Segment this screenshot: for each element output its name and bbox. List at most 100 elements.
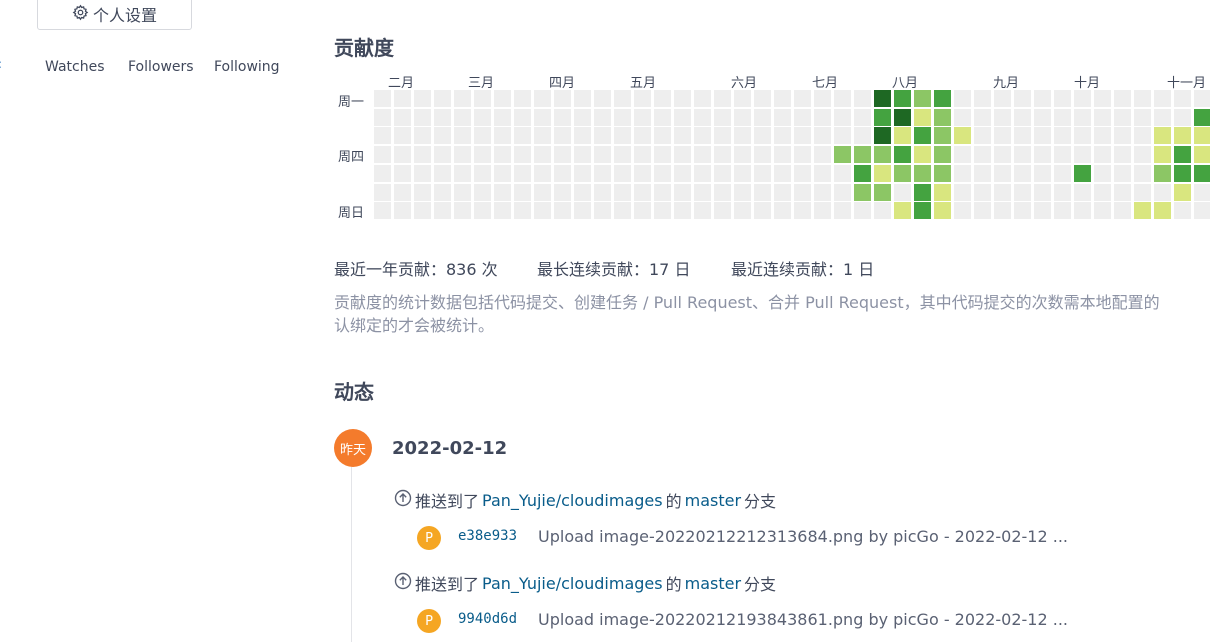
heatmap-cell[interactable] [734,202,751,220]
heatmap-cell[interactable] [1194,108,1210,126]
heatmap-cell[interactable] [974,183,991,201]
heatmap-cell[interactable] [634,146,651,164]
heatmap-cell[interactable] [1014,108,1031,126]
heatmap-cell[interactable] [534,146,551,164]
heatmap-cell[interactable] [574,90,591,107]
heatmap-cell[interactable] [414,146,431,164]
heatmap-cell[interactable] [974,202,991,220]
heatmap-cell[interactable] [1154,202,1171,220]
heatmap-cell[interactable] [954,108,971,126]
heatmap-cell[interactable] [414,202,431,220]
followers-tab[interactable]: Followers [128,59,194,75]
heatmap-cell[interactable] [1134,164,1151,182]
heatmap-cell[interactable] [534,202,551,220]
heatmap-cell[interactable] [674,146,691,164]
heatmap-cell[interactable] [574,127,591,145]
heatmap-cell[interactable] [834,108,851,126]
heatmap-cell[interactable] [914,127,931,145]
heatmap-cell[interactable] [574,108,591,126]
heatmap-cell[interactable] [974,146,991,164]
heatmap-cell[interactable] [734,90,751,107]
heatmap-cell[interactable] [1134,183,1151,201]
heatmap-cell[interactable] [514,183,531,201]
heatmap-cell[interactable] [914,146,931,164]
heatmap-cell[interactable] [934,164,951,182]
heatmap-cell[interactable] [1194,183,1210,201]
heatmap-cell[interactable] [994,90,1011,107]
heatmap-cell[interactable] [614,202,631,220]
heatmap-cell[interactable] [494,164,511,182]
heatmap-cell[interactable] [1194,90,1210,107]
heatmap-cell[interactable] [1054,127,1071,145]
heatmap-cell[interactable] [1114,108,1131,126]
heatmap-cell[interactable] [914,202,931,220]
heatmap-cell[interactable] [954,146,971,164]
heatmap-cell[interactable] [1194,202,1210,220]
heatmap-cell[interactable] [934,146,951,164]
heatmap-cell[interactable] [874,183,891,201]
heatmap-cell[interactable] [854,146,871,164]
heatmap-cell[interactable] [1054,183,1071,201]
heatmap-cell[interactable] [474,90,491,107]
heatmap-cell[interactable] [1054,90,1071,107]
heatmap-cell[interactable] [554,183,571,201]
heatmap-cell[interactable] [554,202,571,220]
heatmap-cell[interactable] [554,127,571,145]
heatmap-cell[interactable] [814,127,831,145]
heatmap-cell[interactable] [914,164,931,182]
heatmap-cell[interactable] [874,108,891,126]
heatmap-cell[interactable] [1154,146,1171,164]
heatmap-cell[interactable] [754,127,771,145]
heatmap-cell[interactable] [954,127,971,145]
heatmap-cell[interactable] [374,90,391,107]
heatmap-cell[interactable] [794,183,811,201]
heatmap-cell[interactable] [994,108,1011,126]
heatmap-cell[interactable] [394,202,411,220]
heatmap-cell[interactable] [754,164,771,182]
heatmap-cell[interactable] [514,146,531,164]
heatmap-cell[interactable] [854,127,871,145]
heatmap-cell[interactable] [914,90,931,107]
heatmap-cell[interactable] [474,164,491,182]
heatmap-cell[interactable] [794,127,811,145]
heatmap-cell[interactable] [954,90,971,107]
heatmap-cell[interactable] [894,108,911,126]
heatmap-cell[interactable] [794,90,811,107]
heatmap-cell[interactable] [454,90,471,107]
heatmap-cell[interactable] [714,183,731,201]
heatmap-cell[interactable] [454,183,471,201]
heatmap-cell[interactable] [494,108,511,126]
heatmap-cell[interactable] [894,90,911,107]
heatmap-cell[interactable] [1074,108,1091,126]
heatmap-cell[interactable] [714,108,731,126]
heatmap-cell[interactable] [694,108,711,126]
heatmap-cell[interactable] [774,108,791,126]
heatmap-cell[interactable] [774,164,791,182]
heatmap-cell[interactable] [1054,164,1071,182]
heatmap-cell[interactable] [494,202,511,220]
heatmap-cell[interactable] [894,183,911,201]
heatmap-cell[interactable] [1074,146,1091,164]
heatmap-cell[interactable] [534,108,551,126]
heatmap-cell[interactable] [654,183,671,201]
heatmap-cell[interactable] [714,127,731,145]
heatmap-cell[interactable] [694,183,711,201]
heatmap-cell[interactable] [654,90,671,107]
heatmap-cell[interactable] [654,127,671,145]
heatmap-cell[interactable] [1014,202,1031,220]
heatmap-cell[interactable] [674,127,691,145]
heatmap-cell[interactable] [1054,146,1071,164]
heatmap-cell[interactable] [1094,90,1111,107]
heatmap-cell[interactable] [954,164,971,182]
heatmap-cell[interactable] [434,108,451,126]
heatmap-cell[interactable] [1074,90,1091,107]
heatmap-cell[interactable] [694,202,711,220]
branch-link[interactable]: master [685,491,741,510]
heatmap-cell[interactable] [614,146,631,164]
heatmap-cell[interactable] [434,127,451,145]
heatmap-cell[interactable] [1134,146,1151,164]
heatmap-cell[interactable] [534,127,551,145]
heatmap-cell[interactable] [1134,108,1151,126]
heatmap-cell[interactable] [534,90,551,107]
heatmap-cell[interactable] [414,108,431,126]
